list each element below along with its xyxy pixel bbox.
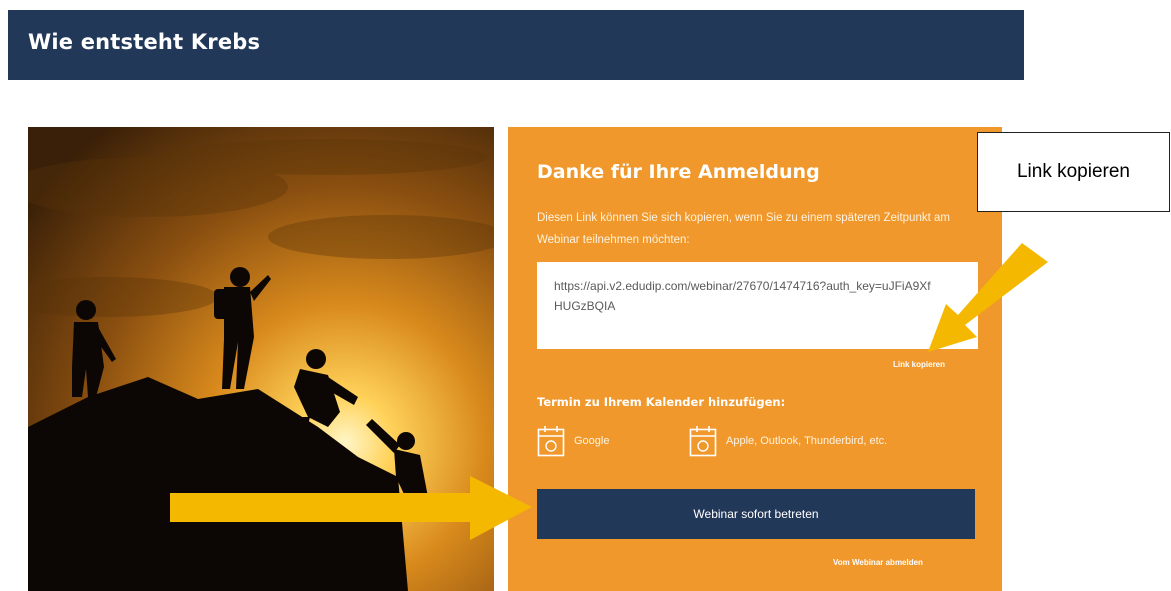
calendar-label: Termin zu Ihrem Kalender hinzufügen: — [537, 395, 786, 409]
calendar-google-label: Google — [574, 435, 610, 447]
webinar-link-text[interactable]: https://api.v2.edudip.com/webinar/27670/… — [554, 276, 934, 316]
enter-webinar-button[interactable]: Webinar sofort betreten — [537, 489, 975, 539]
header-bar: Wie entsteht Krebs — [8, 10, 1024, 80]
copy-link-callout: Link kopieren — [977, 132, 1170, 212]
calendar-icon — [689, 426, 717, 457]
calendar-google-link[interactable]: Google — [537, 424, 609, 458]
hikers-silhouette-image — [28, 127, 494, 591]
webinar-link-box[interactable]: https://api.v2.edudip.com/webinar/27670/… — [537, 262, 978, 349]
calendar-other-label: Apple, Outlook, Thunderbird, etc. — [726, 435, 888, 447]
callout-text: Link kopieren — [1016, 161, 1131, 182]
unsubscribe-link[interactable]: Vom Webinar abmelden — [833, 558, 923, 567]
page-title: Wie entsteht Krebs — [28, 30, 261, 54]
copy-link-button[interactable]: Link kopieren — [893, 360, 945, 369]
calendar-other-link[interactable]: Apple, Outlook, Thunderbird, etc. — [689, 424, 887, 458]
calendar-icon — [537, 426, 565, 457]
panel-heading: Danke für Ihre Anmeldung — [537, 161, 820, 183]
registration-panel: Danke für Ihre Anmeldung Diesen Link kön… — [508, 127, 1002, 591]
panel-intro-text: Diesen Link können Sie sich kopieren, we… — [537, 212, 950, 246]
hero-image — [28, 127, 494, 591]
